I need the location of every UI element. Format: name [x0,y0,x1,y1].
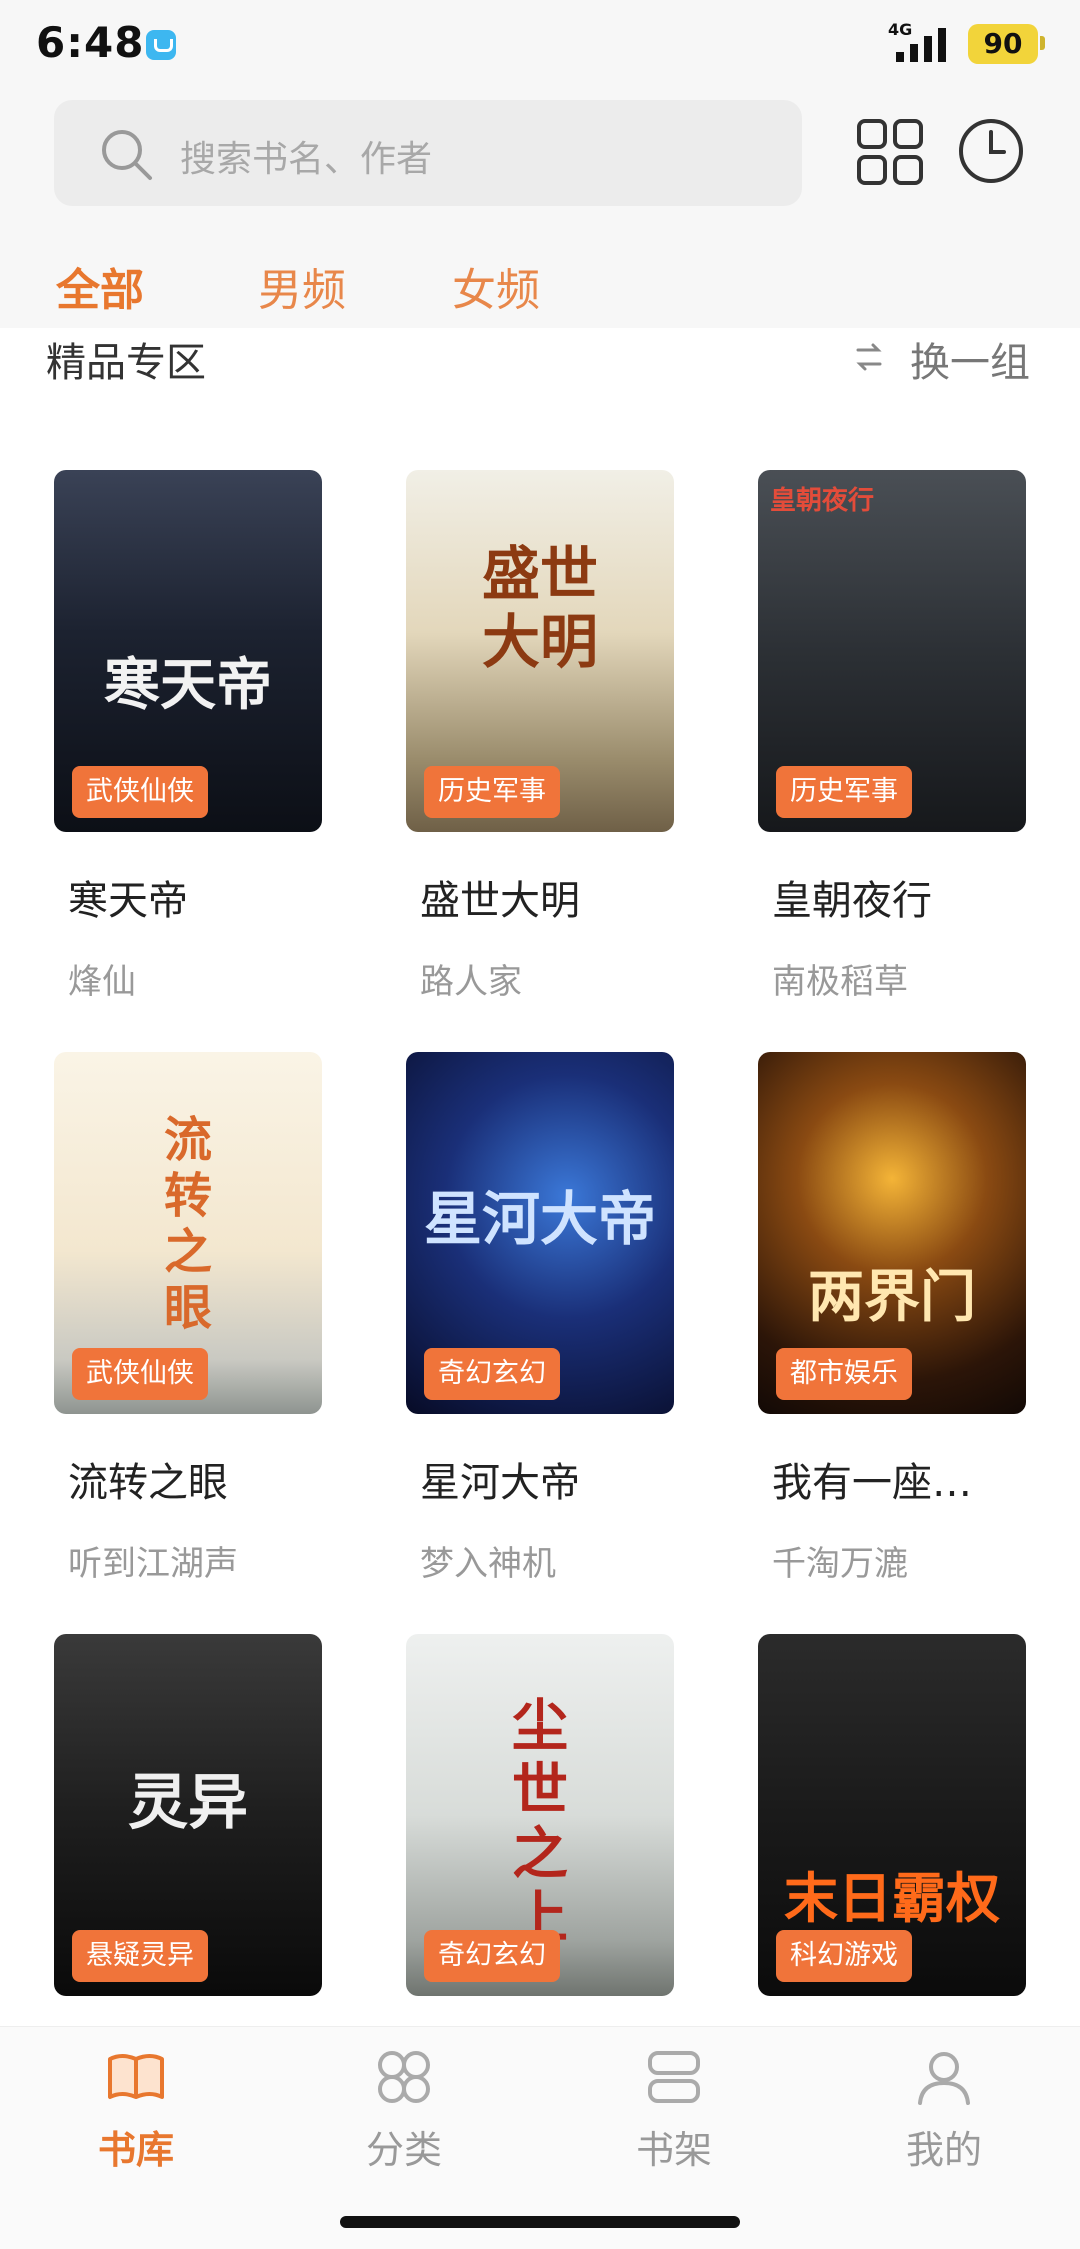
nav-item-profile[interactable]: 我的 [844,2045,1044,2174]
book-cover[interactable]: 灵异 悬疑灵异 [54,1634,322,1996]
book-title[interactable]: 流转之眼 [68,1450,228,1508]
book-cover[interactable]: 星河大帝 奇幻玄幻 [406,1052,674,1414]
book-cover[interactable]: 末日霸权 科幻游戏 [758,1634,1026,1996]
status-time: 6:48 [36,18,145,67]
nav-item-category[interactable]: 分类 [304,2045,504,2174]
book-author: 千淘万漉 [772,1544,908,1584]
search-placeholder: 搜索书名、作者 [180,139,433,180]
book-author: 南极稻草 [772,962,908,1002]
bookshelf-icon [648,2051,700,2103]
cover-title: 盛世大明 [481,540,598,676]
section-title: 精品专区 [46,340,206,386]
genre-tag: 悬疑灵异 [72,1930,208,1982]
book-title[interactable]: 皇朝夜行 [772,868,932,926]
status-bar: 6:48 4G 90 [0,0,1080,96]
tab-male[interactable]: 男频 [258,254,346,318]
refresh-icon[interactable] [852,340,886,374]
cover-title: 灵异 [128,1768,248,1838]
app-notification-icon [146,30,176,60]
tab-all[interactable]: 全部 [56,254,144,318]
book-author: 梦入神机 [420,1544,556,1584]
book-title[interactable]: 我有一座… [772,1450,972,1508]
genre-tag: 历史军事 [424,766,560,818]
book-cover[interactable]: 尘世之上 奇幻玄幻 [406,1634,674,1996]
search-icon [102,130,152,180]
nav-label: 我的 [905,2128,982,2172]
history-clock-icon[interactable] [956,116,1026,186]
nav-label: 书库 [97,2128,174,2172]
book-author: 路人家 [420,962,522,1002]
category-icon [378,2051,430,2103]
grid-view-icon[interactable] [856,118,924,186]
nav-label: 书架 [635,2128,712,2172]
book-cover[interactable]: 寒天帝 武侠仙侠 [54,470,322,832]
genre-tag: 都市娱乐 [776,1348,912,1400]
genre-tag: 奇幻玄幻 [424,1930,560,1982]
nav-item-library[interactable]: 书库 [36,2045,236,2174]
book-cover[interactable]: 流转之眼 武侠仙侠 [54,1052,322,1414]
cover-title: 皇朝夜行 [770,486,875,516]
profile-icon [918,2052,970,2105]
cover-title: 流转之眼 [163,1112,212,1336]
book-title[interactable]: 盛世大明 [420,868,580,926]
genre-tag: 武侠仙侠 [72,1348,208,1400]
genre-tag: 历史军事 [776,766,912,818]
cover-title: 尘世之上 [512,1693,568,1951]
nav-item-bookshelf[interactable]: 书架 [574,2045,774,2174]
search-input[interactable]: 搜索书名、作者 [54,100,802,206]
book-icon [108,2054,164,2099]
battery-level: 90 [968,24,1038,64]
tab-female[interactable]: 女频 [452,254,540,318]
book-cover[interactable]: 皇朝夜行 历史军事 [758,470,1026,832]
genre-tag: 武侠仙侠 [72,766,208,818]
category-tabs: 全部 男频 女频 [0,248,1080,328]
book-cover[interactable]: 盛世大明 历史军事 [406,470,674,832]
home-indicator[interactable] [340,2216,740,2228]
cover-title: 末日霸权 [784,1866,1000,1930]
nav-label: 分类 [365,2128,442,2172]
genre-tag: 科幻游戏 [776,1930,912,1982]
refresh-button[interactable]: 换一组 [910,330,1030,388]
genre-tag: 奇幻玄幻 [424,1348,560,1400]
book-author: 听到江湖声 [68,1544,238,1584]
cover-title: 两界门 [808,1264,976,1330]
cover-title: 寒天帝 [104,652,272,718]
battery-icon [1040,36,1045,50]
book-title[interactable]: 寒天帝 [68,868,188,926]
book-cover[interactable]: 两界门 都市娱乐 [758,1052,1026,1414]
book-title[interactable]: 星河大帝 [420,1450,580,1508]
cover-title: 星河大帝 [423,1185,656,1253]
book-author: 烽仙 [68,962,136,1002]
